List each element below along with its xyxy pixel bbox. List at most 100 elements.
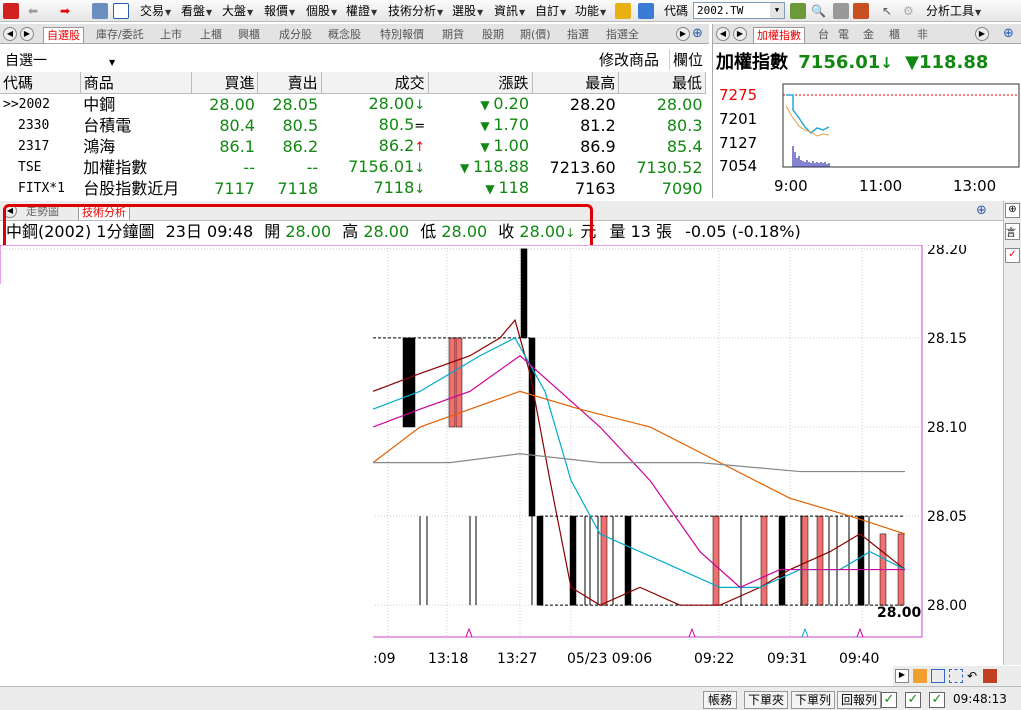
scroll-right-button[interactable]: ▶	[895, 669, 909, 683]
columns-button[interactable]: 欄位	[669, 49, 703, 70]
tab-scroll-button[interactable]: ▶	[676, 27, 690, 41]
home-icon[interactable]	[3, 3, 19, 19]
quote-tab[interactable]: 指選	[567, 27, 589, 43]
side-tab[interactable]: 言	[1005, 223, 1020, 240]
undo-icon[interactable]: ↶	[967, 669, 977, 683]
cell-chg: 1.00	[493, 136, 530, 155]
menu-6[interactable]: 技術分析▼	[388, 3, 443, 19]
search-icon[interactable]: 🔍	[811, 3, 826, 19]
menu-8[interactable]: 資訊▼	[494, 3, 525, 19]
index-tab[interactable]: 櫃	[889, 27, 900, 43]
cell-code: 2330	[18, 118, 50, 133]
cursor-icon[interactable]: ↖	[882, 3, 892, 19]
analysis-tools-menu[interactable]: 分析工具▼	[926, 3, 981, 19]
report-bar-button[interactable]: 回報列	[837, 691, 881, 709]
tab-prev-button[interactable]: ◀	[716, 27, 730, 41]
chevron-down-icon: ▼	[247, 8, 254, 17]
cell-code: TSE	[18, 160, 42, 175]
code-value: 2002.TW	[697, 4, 744, 17]
quote-tab[interactable]: 上櫃	[200, 27, 222, 43]
index-tab[interactable]: 電	[838, 27, 849, 43]
person-icon[interactable]	[833, 3, 849, 19]
gear-icon[interactable]: ⚙	[903, 3, 914, 19]
chevron-down-icon[interactable]: ▼	[770, 3, 784, 18]
menu-7[interactable]: 選股▼	[452, 3, 483, 19]
quote-tab[interactable]: 成分股	[279, 27, 312, 43]
main-toolbar: ⬅ ➡ 交易▼ 看盤▼ 大盤▼ 報價▼ 個股▼ 權證▼ 技術分析▼ 選股▼ 資訊▼ 自訂▼ 功能▼ …	[0, 0, 1021, 22]
back-arrow-icon[interactable]: ⬅	[28, 3, 38, 19]
clock-icon[interactable]	[913, 669, 927, 683]
tab-next-button[interactable]: ▶	[20, 27, 34, 41]
lightning-icon[interactable]	[615, 3, 631, 19]
zoom-icon[interactable]: ⊕	[1005, 203, 1020, 218]
modify-products-button[interactable]: 修改商品	[599, 49, 659, 70]
code-input[interactable]: 2002.TW ▼	[693, 2, 785, 19]
column-header[interactable]: 商品	[80, 72, 193, 94]
quote-tab[interactable]: 庫存/委託	[96, 27, 144, 43]
table-row[interactable]: 2317 鴻海 86.1 86.2 86.2↑ ▼ 1.00 86.9 85.4	[0, 136, 706, 157]
column-header[interactable]: 代碼	[0, 72, 81, 94]
quote-tab[interactable]: 期貨	[442, 27, 464, 43]
fit-icon[interactable]	[931, 669, 945, 683]
index-tab[interactable]: 非	[917, 27, 928, 43]
expand-icon[interactable]	[949, 669, 963, 683]
tab-scroll-button[interactable]: ▶	[975, 27, 989, 41]
zoom-icon[interactable]: ⊕	[1003, 26, 1014, 41]
watchlist-select[interactable]: 自選一 ▼	[5, 50, 115, 70]
quote-tab[interactable]: 期(價)	[520, 27, 551, 43]
tab-prev-button[interactable]: ◀	[3, 27, 17, 41]
quote-tab[interactable]: 興櫃	[238, 27, 260, 43]
alert-icon[interactable]	[853, 3, 869, 19]
column-header[interactable]: 最低	[618, 72, 706, 94]
column-header[interactable]: 漲跌	[428, 72, 533, 94]
indicator-icon[interactable]	[983, 669, 997, 683]
quote-tab[interactable]: 特別報價	[380, 27, 424, 43]
zoom-icon[interactable]: ⊕	[692, 26, 703, 41]
window-icon[interactable]	[113, 3, 129, 19]
quote-tab[interactable]: 指選全	[606, 27, 639, 43]
chart-tool-icon[interactable]	[790, 3, 806, 19]
checkbox-icon[interactable]: ✓	[905, 692, 921, 708]
quote-tab[interactable]: 上市	[160, 27, 182, 43]
zoom-icon[interactable]: ⊕	[976, 203, 987, 218]
chart-bottom-toolbar: ▶ ↶	[893, 666, 1021, 686]
account-button[interactable]: 帳務	[703, 691, 737, 709]
column-header[interactable]: 賣出	[257, 72, 322, 94]
menu-0[interactable]: 交易▼	[140, 3, 171, 19]
column-header[interactable]: 最高	[532, 72, 620, 94]
status-bar: 帳務 下單夾 下單列 回報列 ✓ ✓ ✓ 09:48:13	[0, 686, 1021, 710]
order-bar-button[interactable]: 下單列	[791, 691, 835, 709]
note-icon[interactable]	[638, 3, 654, 19]
column-header[interactable]: 成交	[321, 72, 429, 94]
menu-4[interactable]: 個股▼	[306, 3, 337, 19]
column-header[interactable]: 買進	[191, 72, 259, 94]
menu-1[interactable]: 看盤▼	[181, 3, 212, 19]
table-row[interactable]: FITX*1 台股指數近月 7117 7118 7118↓ ▼ 118 7163 7090	[0, 178, 706, 199]
table-row[interactable]: 2330 台積電 80.4 80.5 80.5= ▼ 1.70 81.2 80.3	[0, 115, 706, 136]
index-tab[interactable]: 金	[863, 27, 874, 43]
forward-arrow-icon[interactable]: ➡	[60, 3, 70, 19]
order-folder-button[interactable]: 下單夾	[744, 691, 788, 709]
index-tab[interactable]: 台	[818, 27, 829, 43]
quote-tab[interactable]: 股期	[482, 27, 504, 43]
menu-9[interactable]: 自訂▼	[535, 3, 566, 19]
down-triangle-icon: ▼	[480, 119, 494, 133]
table-row[interactable]: TSE 加權指數 -- -- 7156.01↓ ▼ 118.88 7213.60 7130.5…	[0, 157, 706, 178]
quote-tab[interactable]: 自選股	[43, 27, 84, 43]
menu-5[interactable]: 權證▼	[346, 3, 377, 19]
index-ytick: 7054	[719, 157, 757, 175]
menu-3[interactable]: 報價▼	[264, 3, 295, 19]
checkbox-icon[interactable]: ✓	[881, 692, 897, 708]
table-row[interactable]: >>2002 中鋼 28.00 28.05 28.00↓ ▼ 0.20 28.20 28.00	[0, 94, 706, 116]
index-tab[interactable]: 加權指數	[753, 27, 805, 43]
down-triangle-icon: ▼	[459, 161, 474, 175]
index-xtick: 11:00	[859, 177, 902, 195]
print-icon[interactable]	[92, 3, 108, 19]
checkbox-icon[interactable]: ✓	[1005, 248, 1020, 263]
menu-10[interactable]: 功能▼	[575, 3, 606, 19]
quote-tab[interactable]: 概念股	[328, 27, 361, 43]
checkbox-icon[interactable]: ✓	[929, 692, 945, 708]
down-triangle-icon: ▼	[480, 140, 494, 154]
menu-2[interactable]: 大盤▼	[222, 3, 253, 19]
tab-next-button[interactable]: ▶	[733, 27, 747, 41]
